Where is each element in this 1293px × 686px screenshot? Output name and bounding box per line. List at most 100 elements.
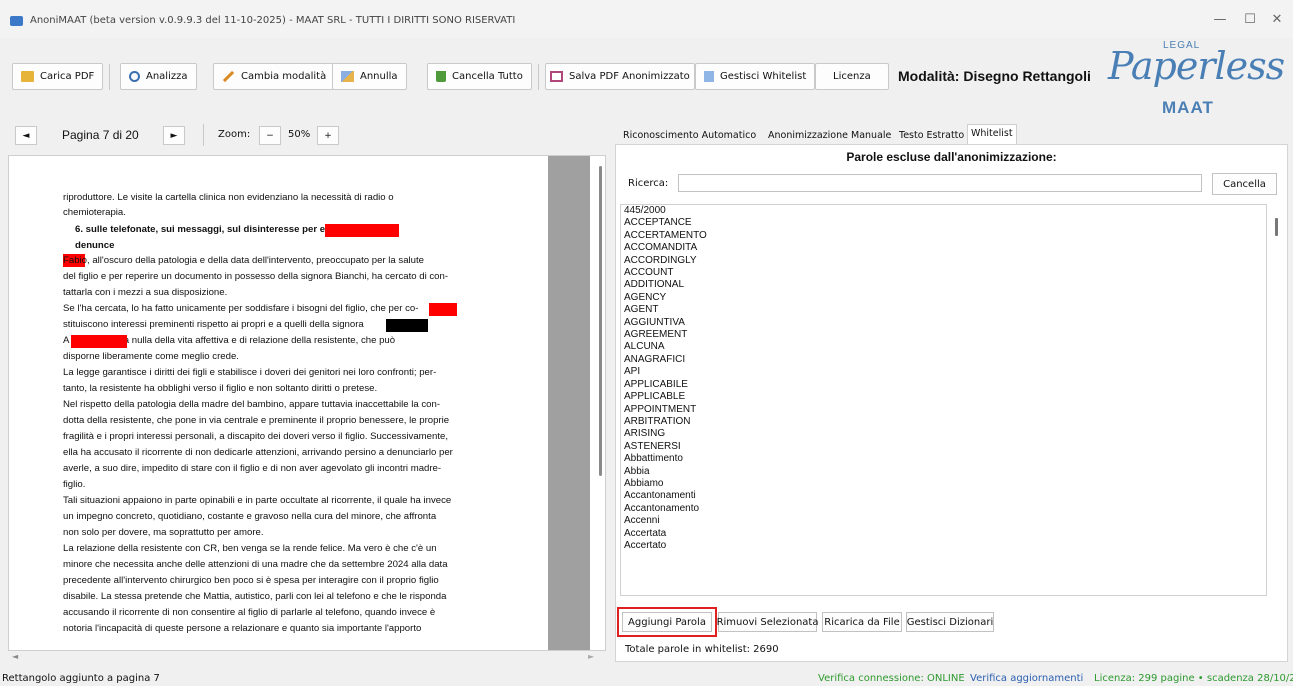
- list-item[interactable]: Abbia: [621, 466, 1266, 478]
- list-item[interactable]: ACCOMANDITA: [621, 242, 1266, 254]
- list-item[interactable]: ACCEPTANCE: [621, 217, 1266, 229]
- list-item[interactable]: Accenni: [621, 515, 1266, 527]
- pdf-text-line: figlio.: [63, 479, 86, 490]
- reload-from-file-button[interactable]: Ricarica da File: [822, 612, 902, 632]
- pdf-text-line: notoria l'incapacità di queste persone a…: [63, 623, 422, 634]
- page-indicator: Pagina 7 di 20: [62, 128, 139, 142]
- list-item[interactable]: Accantonamento: [621, 503, 1266, 515]
- trash-icon: [436, 71, 446, 82]
- list-item[interactable]: Abbiamo: [621, 478, 1266, 490]
- pdf-viewer[interactable]: riproduttore. Le visite la cartella clin…: [8, 155, 606, 651]
- minimize-button[interactable]: —: [1210, 12, 1230, 27]
- list-item[interactable]: AGREEMENT: [621, 329, 1266, 341]
- scrollbar-thumb[interactable]: [599, 166, 602, 476]
- pdf-text-line: chemioterapia.: [63, 207, 126, 218]
- page-background-area: [548, 156, 590, 650]
- list-scrollbar-thumb[interactable]: [1275, 218, 1278, 236]
- app-icon: [10, 16, 23, 26]
- connection-status[interactable]: Verifica connessione: ONLINE: [818, 673, 965, 684]
- undo-button[interactable]: Annulla: [332, 63, 407, 90]
- whitelist-list[interactable]: 445/2000 ACCEPTANCE ACCERTAMENTO ACCOMAN…: [620, 204, 1267, 596]
- manage-whitelist-button[interactable]: Gestisci Whitelist: [695, 63, 816, 90]
- scroll-left-arrow-icon[interactable]: ◄: [12, 652, 18, 661]
- list-item[interactable]: ARISING: [621, 428, 1266, 440]
- logo-maat: MAAT: [1162, 98, 1214, 117]
- list-item[interactable]: Accantonamenti: [621, 490, 1266, 502]
- pdf-text-line: disabile. La stessa pretende che Mattia,…: [63, 591, 447, 602]
- close-button[interactable]: ✕: [1267, 12, 1287, 27]
- list-item[interactable]: 445/2000: [621, 205, 1266, 217]
- zoom-value: 50%: [288, 129, 311, 140]
- save-pdf-button[interactable]: Salva PDF Anonimizzato: [545, 63, 695, 90]
- undo-icon: [341, 71, 354, 82]
- list-item[interactable]: AGENT: [621, 304, 1266, 316]
- cancel-search-button[interactable]: Cancella: [1212, 173, 1277, 195]
- window-title: AnoniMAAT (beta version v.0.9.9.3 del 11…: [30, 15, 516, 26]
- manage-dictionaries-button[interactable]: Gestisci Dizionari: [906, 612, 994, 632]
- tab-auto-recognition[interactable]: Riconoscimento Automatico: [620, 127, 759, 144]
- list-item[interactable]: API: [621, 366, 1266, 378]
- list-item[interactable]: ACCERTAMENTO: [621, 230, 1266, 242]
- list-item[interactable]: Accertata: [621, 528, 1266, 540]
- add-word-button[interactable]: Aggiungi Parola: [617, 607, 717, 637]
- remove-selected-button[interactable]: Rimuovi Selezionata: [717, 612, 818, 632]
- pdf-page[interactable]: riproduttore. Le visite la cartella clin…: [9, 156, 549, 650]
- list-item[interactable]: ADDITIONAL: [621, 279, 1266, 291]
- nav-separator: [203, 124, 204, 146]
- pdf-text-line: 6. sulle telefonate, sui messaggi, sul d…: [75, 224, 350, 235]
- tab-manual-anonymization[interactable]: Anonimizzazione Manuale: [765, 127, 894, 144]
- next-page-button[interactable]: ►: [163, 126, 185, 145]
- redaction-box[interactable]: [71, 335, 127, 348]
- check-updates-link[interactable]: Verifica aggiornamenti: [970, 673, 1083, 684]
- scroll-right-arrow-icon[interactable]: ►: [588, 652, 594, 661]
- list-item[interactable]: APPLICABILE: [621, 379, 1266, 391]
- pencil-icon: [222, 70, 235, 83]
- license-button[interactable]: Licenza: [815, 63, 889, 90]
- list-item[interactable]: ARBITRATION: [621, 416, 1266, 428]
- pdf-text-line: precedente all'intervento chirurgico ben…: [63, 575, 439, 586]
- list-item[interactable]: ASTENERSI: [621, 441, 1266, 453]
- zoom-out-button[interactable]: −: [259, 126, 281, 145]
- clear-all-button[interactable]: Cancella Tutto: [427, 63, 532, 90]
- pdf-text-line: ella ha accusato il ricorrente di non de…: [63, 447, 453, 458]
- viewer-horizontal-scrollbar[interactable]: ◄ ►: [8, 651, 606, 665]
- prev-page-button[interactable]: ◄: [15, 126, 37, 145]
- maximize-button[interactable]: ☐: [1240, 12, 1260, 27]
- redaction-box[interactable]: [325, 224, 399, 237]
- pdf-text-line: tanto, la resistente ha obblighi verso i…: [63, 383, 378, 394]
- pdf-text-line: tattarla con i mezzi a sua disposizione.: [63, 287, 228, 298]
- list-item[interactable]: Accertato: [621, 540, 1266, 552]
- search-input[interactable]: [678, 174, 1202, 192]
- viewer-vertical-scrollbar[interactable]: [599, 166, 602, 636]
- list-item[interactable]: ACCORDINGLY: [621, 255, 1266, 267]
- list-item[interactable]: APPOINTMENT: [621, 404, 1266, 416]
- whitelist-title: Parole escluse dall'anonimizzazione:: [846, 150, 1057, 164]
- list-item[interactable]: AGGIUNTIVA: [621, 317, 1266, 329]
- tab-extracted-text[interactable]: Testo Estratto: [896, 127, 967, 144]
- redaction-box[interactable]: [429, 303, 457, 316]
- list-item[interactable]: APPLICABLE: [621, 391, 1266, 403]
- load-pdf-button[interactable]: Carica PDF: [12, 63, 104, 90]
- pdf-text-line: del figlio e per reperire un documento i…: [63, 271, 449, 282]
- pdf-text-line: Se l'ha cercata, lo ha fatto unicamente …: [63, 303, 419, 314]
- list-item[interactable]: Abbattimento: [621, 453, 1266, 465]
- pdf-text-line: un impegno concreto, quotidiano, costant…: [63, 511, 437, 522]
- title-bar: AnoniMAAT (beta version v.0.9.9.3 del 11…: [0, 0, 1293, 38]
- list-item[interactable]: AGENCY: [621, 292, 1266, 304]
- list-item[interactable]: ANAGRAFICI: [621, 354, 1266, 366]
- pdf-text-line: stituiscono interessi preminenti rispett…: [63, 319, 364, 330]
- list-item[interactable]: ALCUNA: [621, 341, 1266, 353]
- zoom-in-button[interactable]: +: [317, 126, 339, 145]
- tab-whitelist[interactable]: Whitelist: [967, 124, 1017, 145]
- pdf-text-line: La legge garantisce i diritti dei figli …: [63, 367, 437, 378]
- pdf-text-line: dotta della resistente, che pone in via …: [63, 415, 450, 426]
- logo-paperless: Paperless: [1108, 44, 1285, 88]
- search-icon: [129, 71, 140, 82]
- pdf-text-line: Tali situazioni appaiono in parte opinab…: [63, 495, 452, 506]
- analyze-button[interactable]: Analizza: [120, 63, 197, 90]
- drawn-rectangle[interactable]: [386, 319, 428, 332]
- list-item[interactable]: ACCOUNT: [621, 267, 1266, 279]
- search-label: Ricerca:: [628, 178, 669, 189]
- change-mode-button[interactable]: Cambia modalità: [213, 63, 336, 90]
- pdf-text-line: averle, a suo dire, impedito di stare co…: [63, 463, 442, 474]
